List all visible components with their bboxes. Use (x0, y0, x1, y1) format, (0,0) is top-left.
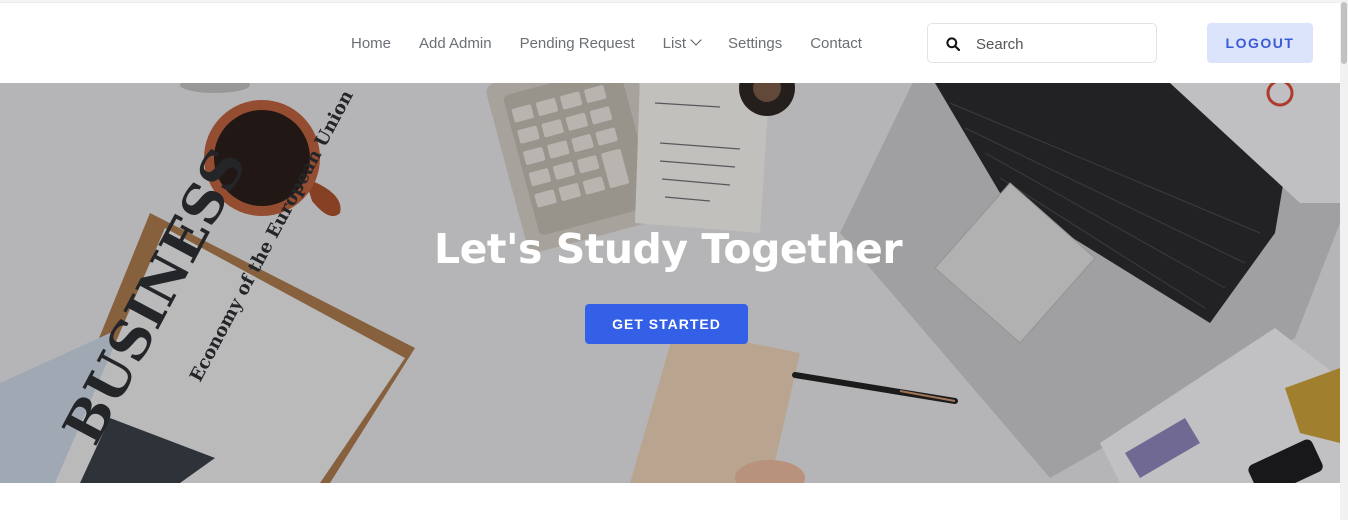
nav-list-dropdown[interactable]: List (649, 34, 714, 52)
search-icon[interactable] (946, 37, 960, 51)
nav-home[interactable]: Home (337, 35, 405, 52)
hero-background-image: BUSINESS Economy of the European Union (0, 83, 1340, 483)
nav-contact[interactable]: Contact (796, 35, 876, 52)
search-input[interactable] (976, 32, 1146, 56)
search-box (927, 23, 1157, 63)
hero-banner: BUSINESS Economy of the European Union L… (0, 83, 1340, 483)
nav-pending-request[interactable]: Pending Request (506, 35, 649, 52)
navbar: Home Add Admin Pending Request List Sett… (0, 3, 1340, 83)
nav-links: Home Add Admin Pending Request List Sett… (337, 3, 876, 83)
nav-add-admin[interactable]: Add Admin (405, 35, 506, 52)
chevron-down-icon (690, 34, 702, 46)
nav-settings[interactable]: Settings (714, 35, 796, 52)
get-started-button[interactable]: GET STARTED (585, 304, 748, 344)
nav-list-label: List (662, 34, 686, 52)
scrollbar-thumb[interactable] (1341, 2, 1347, 64)
logout-button[interactable]: LOGOUT (1207, 23, 1313, 63)
scrollbar[interactable] (1340, 0, 1348, 520)
hero-title: Let's Study Together (433, 225, 903, 273)
